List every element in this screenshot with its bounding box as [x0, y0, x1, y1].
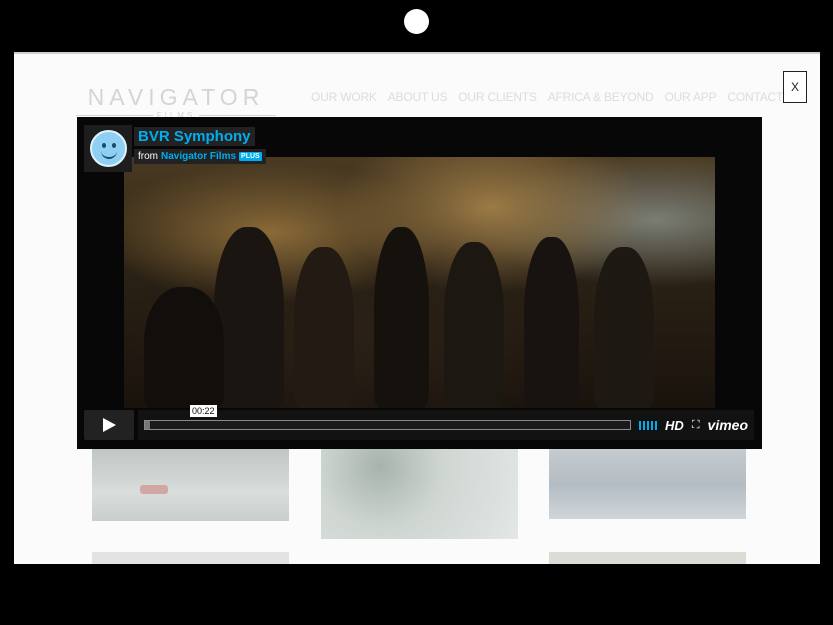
- play-icon: [103, 418, 116, 432]
- player-controls: 00:22 HD ⛶ vimeo: [84, 405, 754, 440]
- volume-icon[interactable]: [639, 420, 658, 430]
- main-nav: OUR WORK ABOUT US OUR CLIENTS AFRICA & B…: [311, 90, 803, 104]
- time-tooltip: 00:22: [190, 405, 217, 417]
- hd-button[interactable]: HD: [665, 418, 684, 433]
- video-byline: from Navigator Films PLUS: [134, 149, 266, 164]
- musician-silhouette: [524, 237, 579, 408]
- portfolio-thumbnail[interactable]: [321, 449, 518, 539]
- musician-silhouette: [294, 247, 354, 408]
- plus-badge: PLUS: [239, 152, 262, 161]
- musician-silhouette: [214, 227, 284, 408]
- portfolio-thumbnail[interactable]: [92, 552, 289, 564]
- portfolio-thumbnail[interactable]: [549, 552, 746, 564]
- musician-silhouette: [594, 247, 654, 408]
- loading-dot: [404, 9, 429, 34]
- video-frame[interactable]: [124, 157, 715, 408]
- nav-africa-beyond[interactable]: AFRICA & BEYOND: [548, 90, 654, 104]
- vimeo-logo-link[interactable]: vimeo: [708, 417, 748, 433]
- musician-silhouette: [144, 287, 224, 408]
- channel-avatar[interactable]: [84, 125, 132, 172]
- control-bar: 00:22 HD ⛶ vimeo: [138, 405, 754, 440]
- nav-about-us[interactable]: ABOUT US: [388, 90, 448, 104]
- byline-prefix: from: [138, 151, 158, 162]
- progress-bar[interactable]: [144, 420, 632, 430]
- nav-our-app[interactable]: OUR APP: [664, 90, 716, 104]
- car-image-detail: [140, 485, 168, 494]
- logo-main-text: NAVIGATOR: [87, 84, 265, 110]
- portfolio-thumbnail[interactable]: [92, 449, 289, 521]
- smiley-face-icon: [89, 130, 127, 167]
- logo-divider: [199, 115, 276, 116]
- fullscreen-icon[interactable]: ⛶: [692, 419, 700, 432]
- musician-silhouette: [374, 227, 429, 408]
- nav-our-clients[interactable]: OUR CLIENTS: [458, 90, 537, 104]
- byline-user-link[interactable]: Navigator Films: [161, 151, 236, 162]
- progress-fill: [145, 421, 150, 429]
- video-title[interactable]: BVR Symphony: [134, 127, 255, 146]
- logo-divider: [76, 115, 153, 116]
- portfolio-thumbnail[interactable]: [549, 449, 746, 519]
- nav-our-work[interactable]: OUR WORK: [311, 90, 377, 104]
- site-logo[interactable]: NAVIGATOR FILMS: [76, 84, 276, 120]
- musician-silhouette: [444, 242, 504, 408]
- video-player[interactable]: BVR Symphony from Navigator Films PLUS 0…: [77, 117, 762, 449]
- play-button[interactable]: [84, 410, 134, 440]
- close-lightbox-button[interactable]: X: [783, 71, 807, 103]
